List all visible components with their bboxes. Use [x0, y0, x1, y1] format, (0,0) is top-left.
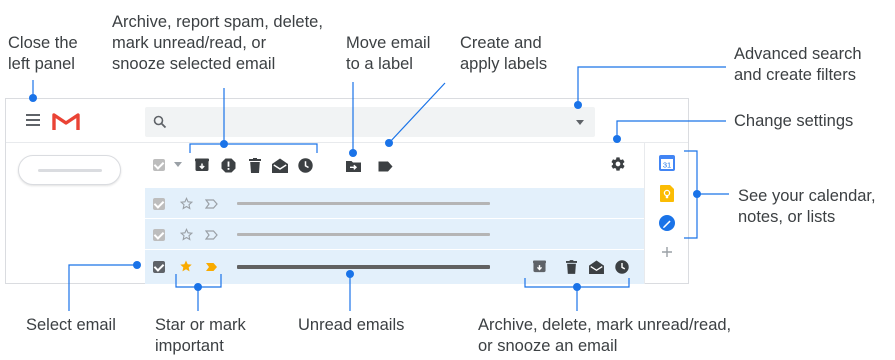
- report-spam-icon[interactable]: [221, 158, 236, 173]
- important-marker-icon[interactable]: [205, 262, 218, 272]
- callout-close-panel: Close the left panel: [8, 34, 78, 73]
- gear-icon[interactable]: [610, 156, 626, 172]
- plus-icon[interactable]: [661, 246, 673, 258]
- callout-star-important: Star or mark important: [155, 316, 246, 355]
- search-options-icon[interactable]: [576, 120, 584, 125]
- callout-move-email: Move email to a label: [346, 34, 431, 73]
- callout-create-labels: Create and apply labels: [460, 34, 548, 73]
- email-row-unread[interactable]: [145, 250, 644, 284]
- star-icon[interactable]: [180, 197, 193, 210]
- callout-archive-selected: Archive, report spam, delete, mark unrea…: [112, 13, 323, 73]
- snooze-icon[interactable]: [615, 260, 629, 274]
- select-all-checkbox[interactable]: [153, 159, 165, 171]
- tasks-icon[interactable]: [659, 215, 675, 231]
- callout-archive-single: Archive, delete, mark unread/read, or sn…: [478, 316, 732, 355]
- email-row-read[interactable]: [145, 219, 644, 250]
- label-icon[interactable]: [378, 161, 393, 172]
- calendar-icon[interactable]: 31: [659, 155, 675, 171]
- important-marker-icon[interactable]: [205, 199, 218, 209]
- row-checkbox[interactable]: [153, 261, 165, 273]
- mark-read-icon[interactable]: [589, 260, 604, 274]
- delete-icon[interactable]: [249, 158, 261, 173]
- menu-icon[interactable]: [26, 114, 40, 126]
- compose-button[interactable]: [18, 155, 121, 185]
- archive-icon[interactable]: [195, 158, 209, 172]
- email-preview-bar: [237, 233, 490, 236]
- keep-icon[interactable]: [660, 185, 674, 202]
- callout-change-settings: Change settings: [734, 112, 854, 130]
- mark-read-icon[interactable]: [272, 158, 288, 173]
- snooze-icon[interactable]: [298, 158, 313, 173]
- email-row-read[interactable]: [145, 188, 644, 219]
- star-icon[interactable]: [180, 228, 193, 241]
- search-input[interactable]: [145, 107, 595, 137]
- email-preview-bar: [237, 265, 490, 269]
- select-menu-icon[interactable]: [174, 162, 182, 168]
- row-checkbox[interactable]: [153, 198, 165, 210]
- gmail-logo-icon[interactable]: [52, 111, 80, 131]
- email-list: [145, 188, 644, 284]
- delete-icon[interactable]: [566, 260, 577, 274]
- move-to-icon[interactable]: [346, 160, 361, 172]
- email-preview-bar: [237, 202, 490, 205]
- archive-icon[interactable]: [533, 260, 546, 273]
- side-panel: 31: [644, 143, 689, 284]
- callout-select-email: Select email: [26, 316, 116, 334]
- search-icon: [153, 115, 167, 129]
- callout-advanced-search: Advanced search and create filters: [734, 45, 862, 84]
- top-bar: [6, 99, 688, 143]
- callout-unread-emails: Unread emails: [298, 316, 405, 334]
- callout-see-calendar: See your calendar, notes, or lists: [738, 187, 876, 226]
- important-marker-icon[interactable]: [205, 230, 218, 240]
- gmail-mockup: 31: [5, 98, 689, 284]
- calendar-day-label: 31: [663, 161, 671, 170]
- star-icon[interactable]: [179, 259, 193, 273]
- row-checkbox[interactable]: [153, 229, 165, 241]
